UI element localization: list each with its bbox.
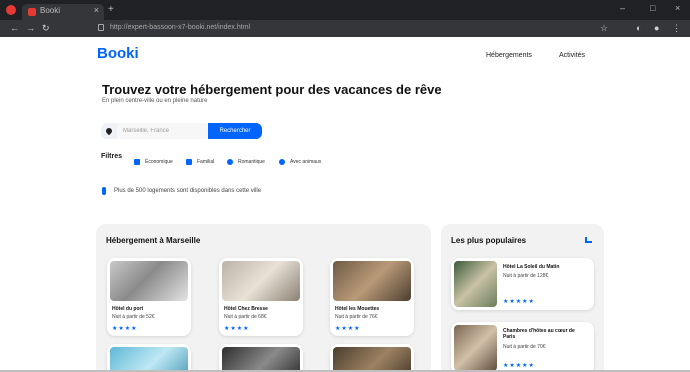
money-icon bbox=[134, 159, 140, 165]
nav-link-activites[interactable]: Activités bbox=[559, 52, 585, 59]
page-title: Trouvez votre hébergement pour des vacan… bbox=[102, 82, 442, 97]
hotel-card[interactable] bbox=[107, 344, 191, 372]
filter-label: Économique bbox=[145, 159, 173, 165]
info-banner: Plus de 500 logements sont disponibles d… bbox=[102, 187, 261, 195]
browser-tab-bar: Booki × + – □ × bbox=[0, 0, 690, 20]
hotel-photo bbox=[333, 347, 411, 372]
hotel-name: Hôtel du port bbox=[112, 306, 144, 312]
hotel-name: Chambres d'hôtes au cœur de Paris bbox=[503, 328, 575, 340]
bookmark-icon[interactable]: ☆ bbox=[600, 23, 608, 34]
section-title: Les plus populaires bbox=[451, 236, 527, 245]
hotel-price: Nuit à partir de 52€ bbox=[112, 314, 155, 320]
forward-button[interactable]: → bbox=[26, 23, 35, 33]
minimize-button[interactable]: – bbox=[620, 3, 625, 13]
filters-label: Filtres bbox=[101, 153, 123, 160]
hotel-price: Nuit à partir de 68€ bbox=[224, 314, 267, 320]
filter-animaux[interactable]: Avec animaux bbox=[279, 157, 321, 167]
address-bar: ← → ↻ http://expert-bassoon-x7-booki.net… bbox=[0, 20, 690, 37]
filter-label: Romantique bbox=[238, 159, 265, 165]
browser-tab[interactable]: Booki × bbox=[22, 4, 104, 20]
hotel-price: Nuit à partir de 128€ bbox=[503, 273, 549, 279]
hotel-name: Hôtel La Soleil du Matin bbox=[503, 264, 560, 270]
hotel-photo bbox=[110, 347, 188, 372]
filter-economique[interactable]: Économique bbox=[134, 157, 173, 167]
extensions-icon[interactable]: ◐ bbox=[636, 23, 641, 33]
popular-card[interactable]: Chambres d'hôtes au cœur de Paris Nuit à… bbox=[451, 322, 594, 372]
hotel-card[interactable] bbox=[219, 344, 303, 372]
location-icon-box bbox=[101, 123, 117, 139]
filter-label: Avec animaux bbox=[290, 159, 322, 165]
hotel-card[interactable]: Hôtel du port Nuit à partir de 52€ ★★★★ bbox=[107, 258, 191, 336]
hebergements-section: Hébergement à Marseille Hôtel du port Nu… bbox=[96, 224, 431, 372]
hotel-photo bbox=[454, 261, 497, 307]
browser-logo-icon bbox=[6, 5, 16, 15]
maximize-button[interactable]: □ bbox=[650, 3, 655, 13]
nav-link-hebergements[interactable]: Hébergements bbox=[486, 52, 532, 59]
hotel-name: Hôtel les Mouettes bbox=[335, 306, 380, 312]
tab-close-icon[interactable]: × bbox=[94, 5, 99, 15]
child-icon bbox=[186, 159, 192, 165]
filter-romantique[interactable]: Romantique bbox=[227, 157, 265, 167]
favicon-icon bbox=[28, 8, 36, 16]
rating-stars: ★★★★★ bbox=[503, 363, 535, 369]
profile-icon[interactable]: ● bbox=[654, 23, 659, 33]
hotel-card[interactable]: Hôtel les Mouettes Nuit à partir de 76€ … bbox=[330, 258, 414, 336]
hotel-photo bbox=[110, 261, 188, 301]
chart-icon bbox=[585, 237, 592, 243]
rating-stars: ★★★★ bbox=[224, 326, 250, 332]
hotel-photo bbox=[454, 325, 497, 371]
url-field[interactable]: http://expert-bassoon-x7-booki.net/index… bbox=[110, 24, 250, 31]
menu-icon[interactable]: ⋮ bbox=[672, 23, 681, 34]
filter-label: Familial bbox=[197, 159, 215, 165]
filter-familial[interactable]: Familial bbox=[186, 157, 214, 167]
search-button[interactable]: Rechercher bbox=[208, 123, 262, 139]
lock-icon bbox=[98, 24, 104, 31]
heart-icon bbox=[227, 159, 233, 165]
info-text: Plus de 500 logements sont disponibles d… bbox=[114, 188, 262, 194]
hotel-card[interactable] bbox=[330, 344, 414, 372]
page-subtitle: En plein centre-ville ou en pleine natur… bbox=[102, 98, 208, 104]
back-button[interactable]: ← bbox=[10, 23, 19, 33]
search-input[interactable] bbox=[117, 123, 207, 139]
rating-stars: ★★★★ bbox=[335, 326, 361, 332]
hotel-photo bbox=[222, 261, 300, 301]
rating-stars: ★★★★ bbox=[112, 326, 138, 332]
paw-icon bbox=[279, 159, 285, 165]
tab-title: Booki bbox=[40, 6, 61, 15]
hotel-card[interactable]: Hôtel Chez Bresse Nuit à partir de 68€ ★… bbox=[219, 258, 303, 336]
section-title: Hébergement à Marseille bbox=[106, 236, 201, 245]
info-icon bbox=[102, 187, 106, 195]
page-content: Booki Hébergements Activités Trouvez vot… bbox=[0, 37, 690, 372]
hotel-photo bbox=[333, 261, 411, 301]
hotel-price: Nuit à partir de 70€ bbox=[503, 344, 546, 350]
popular-card[interactable]: Hôtel La Soleil du Matin Nuit à partir d… bbox=[451, 258, 594, 310]
new-tab-button[interactable]: + bbox=[108, 4, 114, 15]
hotel-price: Nuit à partir de 76€ bbox=[335, 314, 378, 320]
reload-button[interactable]: ↻ bbox=[42, 23, 50, 34]
hotel-photo bbox=[222, 347, 300, 372]
hotel-name: Hôtel Chez Bresse bbox=[224, 306, 268, 312]
close-window-button[interactable]: × bbox=[675, 3, 680, 13]
booki-logo[interactable]: Booki bbox=[97, 45, 139, 62]
location-pin-icon bbox=[104, 126, 114, 136]
populaires-section: Les plus populaires Hôtel La Soleil du M… bbox=[441, 224, 604, 372]
rating-stars: ★★★★★ bbox=[503, 299, 535, 305]
